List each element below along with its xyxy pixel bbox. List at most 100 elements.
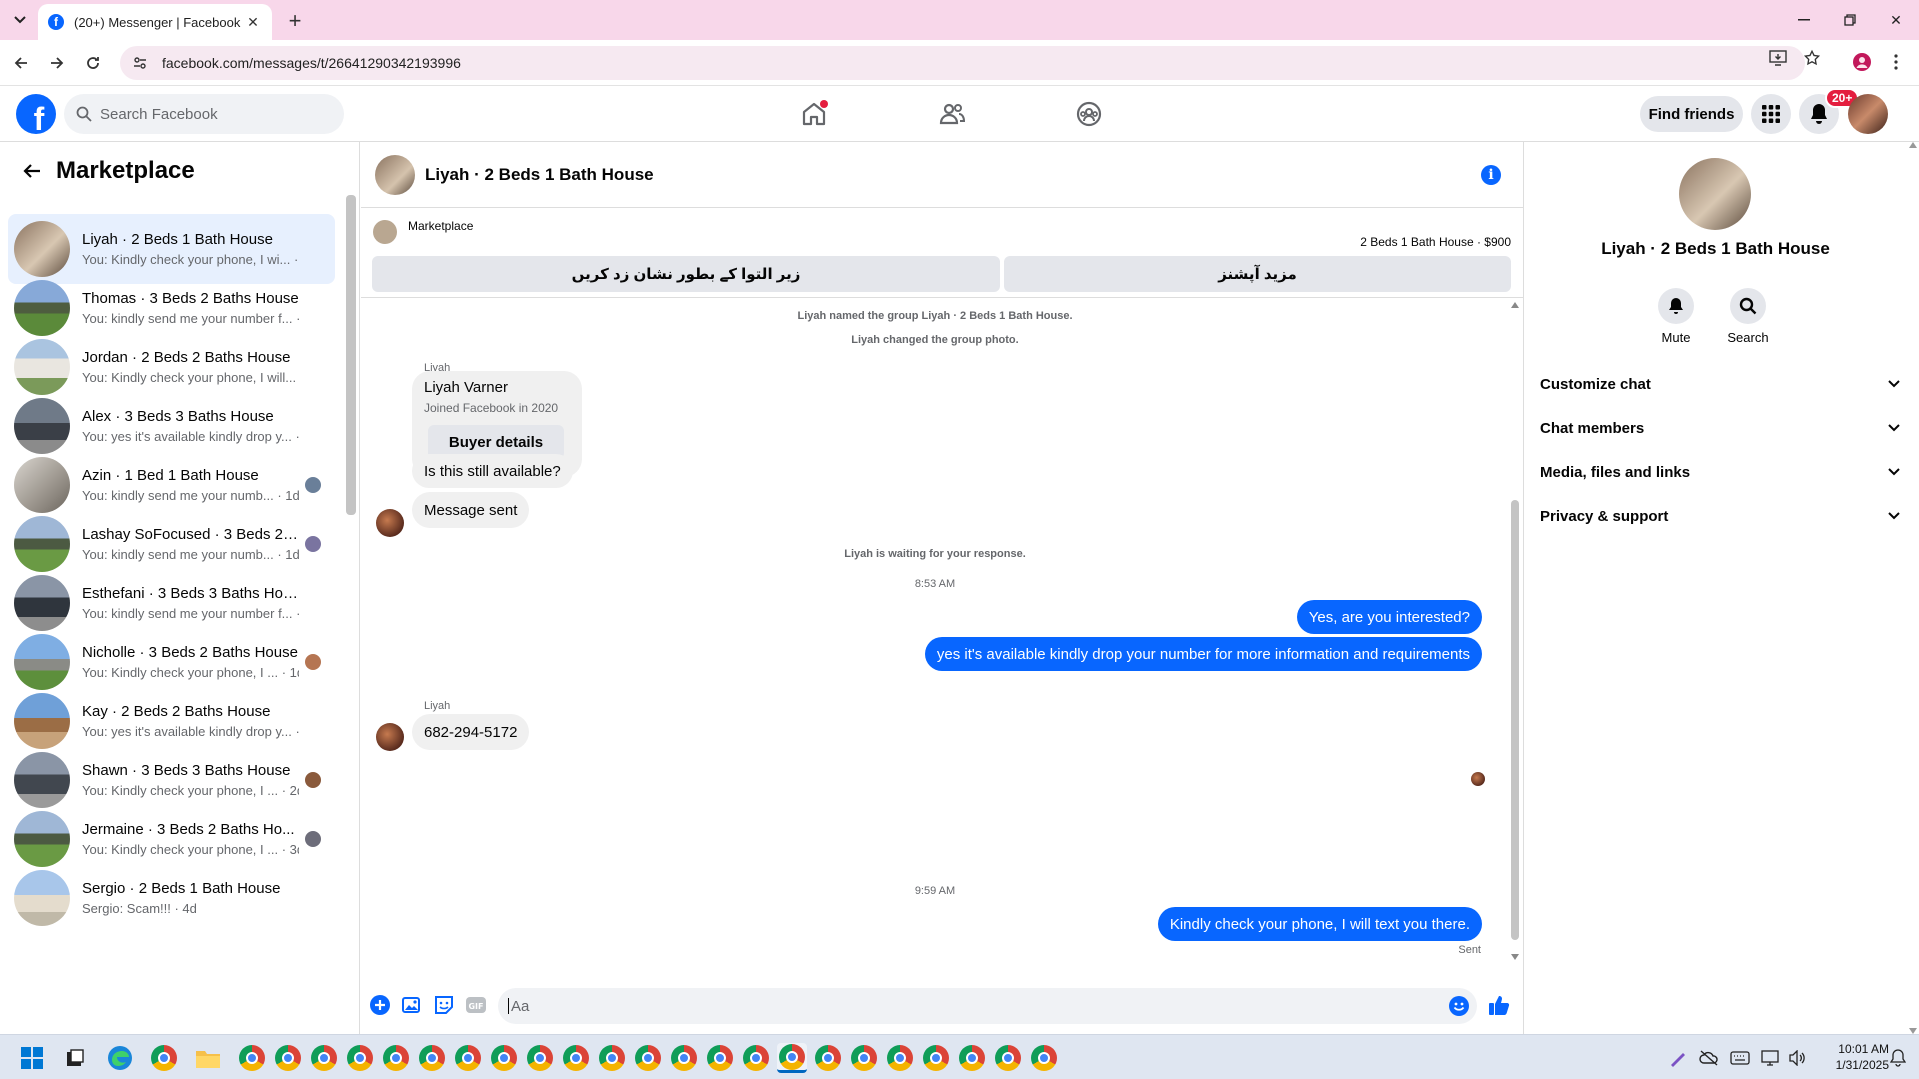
left-scrollbar[interactable] xyxy=(346,195,356,515)
site-info-icon[interactable] xyxy=(132,55,148,71)
chat-photo[interactable] xyxy=(375,154,415,195)
forward-icon[interactable] xyxy=(44,50,70,76)
edge-icon[interactable] xyxy=(105,1043,135,1073)
chrome-window-icon[interactable] xyxy=(309,1043,339,1073)
chrome-window-icon[interactable] xyxy=(381,1043,411,1073)
conversation-item[interactable]: Sergio · 2 Beds 1 Bath House Sergio: Scam… xyxy=(8,863,335,933)
display-icon[interactable] xyxy=(1756,1043,1786,1073)
sender-avatar[interactable] xyxy=(376,509,404,537)
sender-avatar[interactable] xyxy=(376,723,404,751)
mark-pending-button[interactable]: زیر التوا کے بطور نشان زد کریں xyxy=(372,256,1000,292)
new-tab-icon[interactable]: + xyxy=(282,8,308,34)
notification-center-icon[interactable] xyxy=(1883,1043,1913,1073)
chat-members-row[interactable]: Chat members xyxy=(1540,410,1900,446)
media-files-links-row[interactable]: Media, files and links xyxy=(1540,454,1900,490)
gif-icon[interactable]: GIF xyxy=(465,994,487,1016)
chrome-icon[interactable] xyxy=(149,1043,179,1073)
chrome-window-icon[interactable] xyxy=(561,1043,591,1073)
scroll-up-arrow-icon[interactable] xyxy=(1909,142,1917,148)
volume-icon[interactable] xyxy=(1783,1043,1813,1073)
tab-close-icon[interactable]: ✕ xyxy=(244,13,262,31)
message-bubble[interactable]: Message sent xyxy=(412,492,530,528)
chrome-window-icon[interactable] xyxy=(669,1043,699,1073)
system-clock[interactable]: 10:01 AM 1/31/2025 xyxy=(1836,1041,1889,1073)
menu-grid-icon[interactable] xyxy=(1751,94,1791,134)
tab-search-dropdown-icon[interactable] xyxy=(8,8,32,32)
chrome-window-icon[interactable] xyxy=(957,1043,987,1073)
mute-button[interactable]: Mute xyxy=(1646,288,1706,345)
add-attachment-icon[interactable] xyxy=(369,994,391,1016)
cloud-offline-icon[interactable] xyxy=(1694,1043,1724,1073)
more-options-button[interactable]: مزید آپشنز xyxy=(1004,256,1511,292)
browser-menu-icon[interactable] xyxy=(1886,52,1906,72)
chrome-window-icon[interactable] xyxy=(633,1043,663,1073)
chat-title[interactable]: Liyah · 2 Beds 1 Bath House xyxy=(425,165,654,185)
facebook-logo-icon[interactable]: f xyxy=(16,94,56,134)
chat-scrollbar[interactable] xyxy=(1509,300,1521,960)
chrome-window-icon[interactable] xyxy=(525,1043,555,1073)
thumbs-up-icon[interactable] xyxy=(1488,994,1510,1016)
chrome-window-icon[interactable] xyxy=(1029,1043,1059,1073)
chrome-window-icon[interactable] xyxy=(417,1043,447,1073)
home-icon[interactable] xyxy=(798,98,830,130)
profile-icon[interactable] xyxy=(1852,52,1872,72)
group-photo[interactable] xyxy=(1679,158,1751,230)
windows-start-icon[interactable] xyxy=(17,1043,47,1073)
friends-icon[interactable] xyxy=(936,98,968,130)
account-avatar[interactable] xyxy=(1848,94,1888,134)
my-message-bubble[interactable]: Kindly check your phone, I will text you… xyxy=(1157,907,1482,941)
browser-tab[interactable]: f (20+) Messenger | Facebook ✕ xyxy=(38,4,272,40)
conversation-title: Nicholle · 3 Beds 2 Baths House xyxy=(82,644,298,661)
mute-label: Mute xyxy=(1661,330,1691,345)
sent-status: Sent xyxy=(1458,944,1481,956)
conversation-text: Shawn · 3 Beds 3 Baths House You: Kindly … xyxy=(82,762,299,798)
reload-icon[interactable] xyxy=(80,50,106,76)
chrome-window-icon[interactable] xyxy=(453,1043,483,1073)
info-icon[interactable]: i xyxy=(1481,165,1501,185)
my-message-bubble[interactable]: yes it's available kindly drop your numb… xyxy=(924,637,1482,671)
task-view-icon[interactable] xyxy=(60,1043,90,1073)
emoji-icon[interactable] xyxy=(1449,996,1469,1016)
chrome-window-icon[interactable] xyxy=(813,1043,843,1073)
privacy-support-row[interactable]: Privacy & support xyxy=(1540,498,1900,534)
chrome-window-icon[interactable] xyxy=(345,1043,375,1073)
my-message-bubble[interactable]: Yes, are you interested? xyxy=(1296,600,1482,634)
chrome-window-icon[interactable] xyxy=(993,1043,1023,1073)
sticker-icon[interactable] xyxy=(433,994,455,1016)
chrome-window-icon[interactable] xyxy=(741,1043,771,1073)
back-icon[interactable] xyxy=(8,50,34,76)
find-friends-button[interactable]: Find friends xyxy=(1640,96,1743,132)
message-bubble[interactable]: Is this still available? xyxy=(412,454,573,488)
keyboard-icon[interactable] xyxy=(1725,1043,1755,1073)
customize-chat-row[interactable]: Customize chat xyxy=(1540,366,1900,402)
search-conversation-button[interactable]: Search xyxy=(1718,288,1778,345)
address-bar[interactable]: facebook.com/messages/t/2664129034219399… xyxy=(120,46,1805,80)
listing-price[interactable]: 2 Beds 1 Bath House · $900 xyxy=(1360,235,1511,249)
chrome-window-icon[interactable] xyxy=(597,1043,627,1073)
message-bubble[interactable]: 682-294-5172 xyxy=(412,714,530,750)
chrome-window-icon[interactable] xyxy=(921,1043,951,1073)
chrome-window-icon[interactable] xyxy=(885,1043,915,1073)
conversation-text: Thomas · 3 Beds 2 Baths House You: kindly… xyxy=(82,290,299,326)
chrome-window-icon[interactable] xyxy=(705,1043,735,1073)
chrome-icon xyxy=(815,1045,841,1071)
install-app-icon[interactable] xyxy=(1768,48,1788,68)
groups-icon[interactable] xyxy=(1073,98,1105,130)
file-explorer-icon[interactable] xyxy=(193,1043,223,1073)
restore-icon[interactable] xyxy=(1827,0,1873,40)
chrome-window-icon[interactable] xyxy=(849,1043,879,1073)
search-input[interactable]: Search Facebook xyxy=(64,94,344,134)
pen-icon[interactable] xyxy=(1663,1043,1693,1073)
chrome-window-icon[interactable] xyxy=(273,1043,303,1073)
chrome-window-icon[interactable] xyxy=(489,1043,519,1073)
back-arrow-icon[interactable] xyxy=(20,159,44,183)
chrome-window-icon[interactable] xyxy=(777,1043,807,1073)
message-input[interactable]: Aa xyxy=(498,988,1477,1024)
close-window-icon[interactable]: ✕ xyxy=(1873,0,1919,40)
bookmark-star-icon[interactable] xyxy=(1802,48,1822,68)
minimize-icon[interactable] xyxy=(1781,0,1827,40)
sender-name: Liyah xyxy=(424,700,451,712)
chrome-window-icon[interactable] xyxy=(237,1043,267,1073)
photo-icon[interactable] xyxy=(401,994,423,1016)
chrome-icon xyxy=(995,1045,1021,1071)
